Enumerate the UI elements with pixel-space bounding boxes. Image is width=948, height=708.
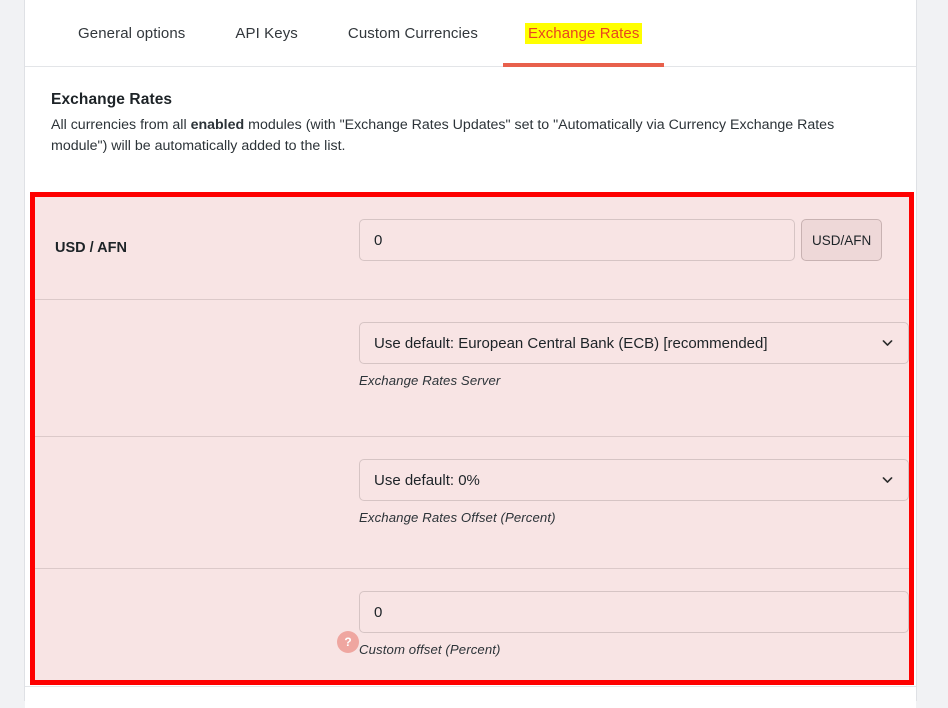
- tab-exchange-rates-label: Exchange Rates: [524, 22, 643, 44]
- card-bottom-strip: [25, 686, 916, 708]
- custom-offset-control: ? Custom offset (Percent): [337, 569, 909, 657]
- exchange-rates-section-header: Exchange Rates All currencies from all e…: [25, 67, 916, 165]
- exchange-rates-server-value: Use default: European Central Bank (ECB)…: [374, 334, 768, 352]
- tab-custom-currencies-label: Custom Currencies: [347, 24, 478, 42]
- form-row-offset: Use default: 0% Exchange Rates Offset (P…: [35, 437, 909, 569]
- currency-pair-label: USD / AFN: [55, 240, 127, 256]
- tab-exchange-rates[interactable]: Exchange Rates: [502, 0, 665, 67]
- server-control: Use default: European Central Bank (ECB)…: [359, 300, 909, 388]
- offset-control: Use default: 0% Exchange Rates Offset (P…: [359, 437, 909, 525]
- chevron-down-icon: [882, 477, 893, 483]
- form-row-custom-offset: ? Custom offset (Percent): [35, 569, 909, 680]
- exchange-rates-offset-value: Use default: 0%: [374, 471, 480, 489]
- exchange-rates-server-help: Exchange Rates Server: [359, 373, 501, 388]
- exchange-rates-server-select[interactable]: Use default: European Central Bank (ECB)…: [359, 322, 909, 364]
- section-description: All currencies from all enabled modules …: [51, 115, 881, 157]
- settings-tabbar: General options API Keys Custom Currenci…: [25, 0, 916, 67]
- exchange-rates-offset-select[interactable]: Use default: 0%: [359, 459, 909, 501]
- form-row-server: Use default: European Central Bank (ECB)…: [35, 300, 909, 437]
- exchange-rates-offset-help: Exchange Rates Offset (Percent): [359, 510, 556, 525]
- offset-row-spacer: [35, 437, 359, 568]
- rate-input[interactable]: [359, 219, 795, 261]
- section-description-part1: All currencies from all: [51, 117, 191, 133]
- exchange-rate-form: USD / AFN USD/AFN Use default: European …: [35, 197, 909, 680]
- chevron-down-icon: [882, 340, 893, 346]
- rate-control: USD/AFN: [359, 197, 909, 261]
- tab-api-keys[interactable]: API Keys: [210, 0, 323, 67]
- tab-general-options-label: General options: [78, 24, 186, 42]
- tab-api-keys-label: API Keys: [235, 24, 298, 42]
- rate-input-group: USD/AFN: [359, 219, 909, 261]
- server-row-spacer: [35, 300, 359, 436]
- custom-offset-help: Custom offset (Percent): [359, 642, 501, 657]
- form-row-rate: USD / AFN USD/AFN: [35, 197, 909, 300]
- tab-custom-currencies[interactable]: Custom Currencies: [323, 0, 503, 67]
- tab-general-options[interactable]: General options: [49, 0, 210, 67]
- rate-unit-button[interactable]: USD/AFN: [801, 219, 883, 261]
- page-title: Exchange Rates: [51, 91, 173, 108]
- settings-page: General options API Keys Custom Currenci…: [0, 0, 948, 708]
- highlighted-region: USD / AFN USD/AFN Use default: European …: [30, 192, 914, 685]
- custom-offset-row-spacer: [35, 569, 359, 680]
- section-description-emphasis: enabled: [190, 117, 245, 133]
- custom-offset-input[interactable]: [359, 591, 909, 633]
- help-icon[interactable]: ?: [337, 631, 359, 653]
